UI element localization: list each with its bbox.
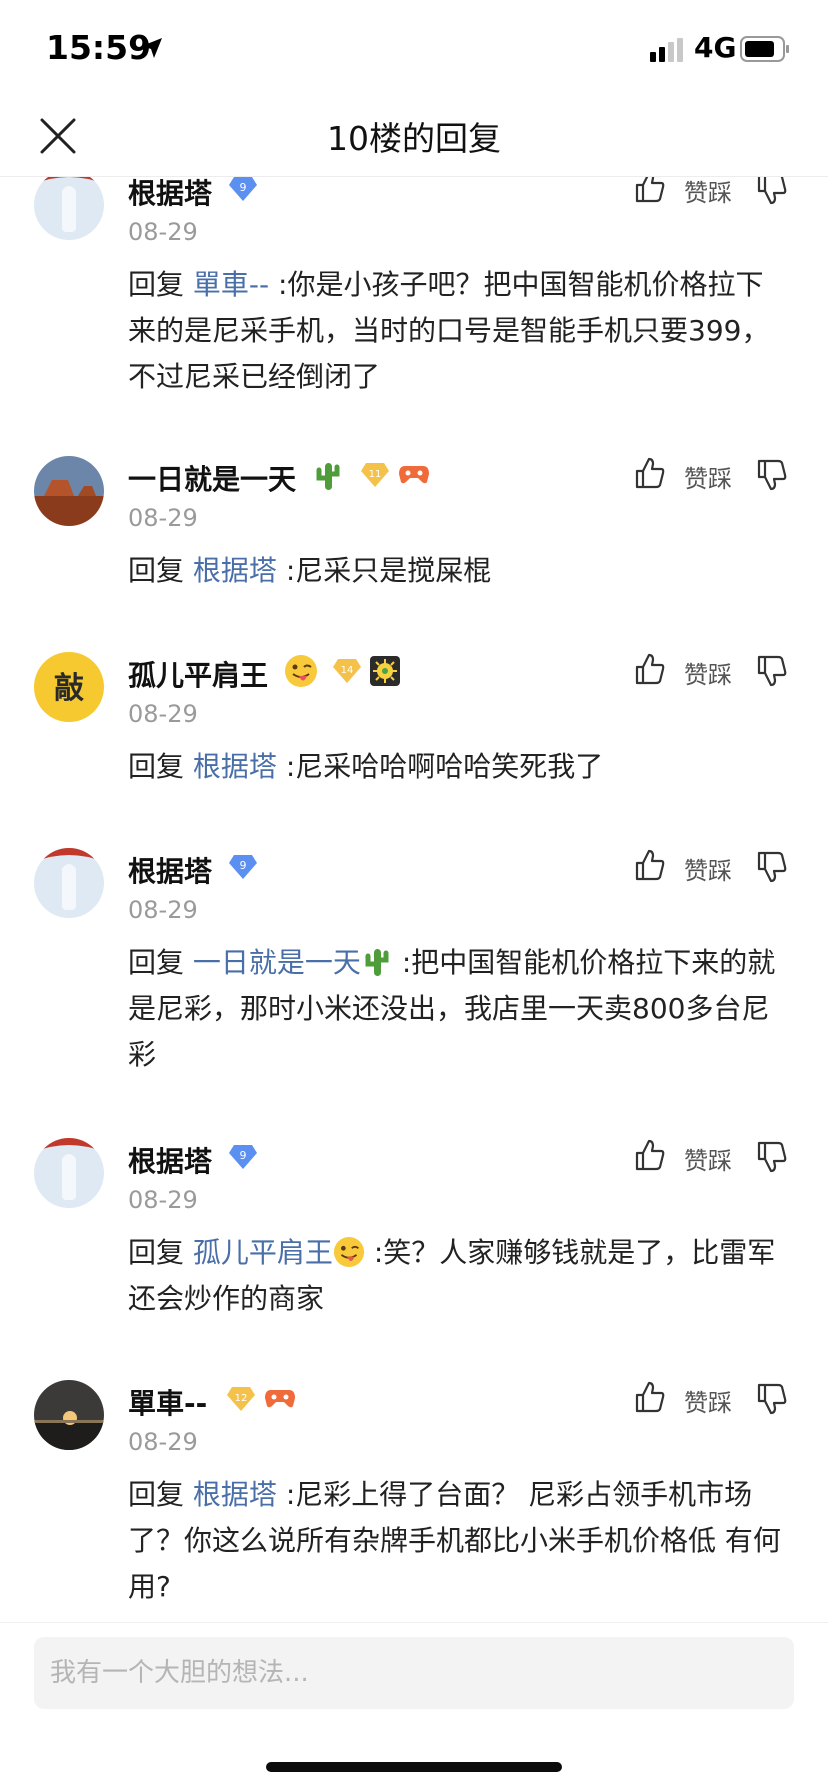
reply-prefix: 回复	[128, 268, 193, 301]
level-number: 12	[235, 1393, 248, 1404]
winking-tongue-face-icon	[333, 1236, 364, 1268]
cellular-signal-icon	[650, 38, 683, 62]
mention-link[interactable]: 根据塔	[193, 554, 277, 587]
thumbs-up-icon[interactable]	[634, 456, 666, 490]
reply-date: 08-29	[128, 1428, 198, 1456]
cactus-icon	[316, 463, 340, 490]
reply-prefix: 回复	[128, 946, 193, 979]
mention-link[interactable]: 一日就是一天	[193, 946, 361, 979]
reply-prefix: 回复	[128, 1478, 193, 1511]
thumbs-down-icon[interactable]	[756, 1382, 788, 1416]
level-number: 9	[240, 859, 247, 872]
vote-label: 赞踩	[684, 179, 732, 207]
avatar[interactable]	[34, 1380, 104, 1450]
gamepad-icon	[399, 466, 429, 484]
reply-list[interactable]: 根据塔 9 08-29 赞踩 回复 單車-- :你是小孩子吧？把中国智能机价格拉…	[0, 176, 828, 1622]
level-badge-icon: 9	[229, 1145, 257, 1169]
comment-input[interactable]	[34, 1637, 794, 1709]
cactus-icon	[365, 949, 389, 976]
gamepad-icon	[265, 1390, 295, 1408]
level-badge-icon: 9	[229, 855, 257, 879]
vote-label: 赞踩	[684, 857, 732, 885]
vote-label: 赞踩	[684, 661, 732, 689]
reply-content: 回复 根据塔 :尼采哈哈啊哈哈笑死我了	[128, 744, 788, 790]
reply-prefix: 回复	[128, 750, 193, 783]
top-navigation-bar: 10楼的回复	[0, 96, 828, 177]
thumbs-down-icon[interactable]	[756, 1140, 788, 1174]
thumbs-down-icon[interactable]	[756, 176, 788, 206]
reply-content: 回复 單車-- :你是小孩子吧？把中国智能机价格拉下来的是尼采手机，当时的口号是…	[128, 262, 788, 400]
username[interactable]: 一日就是一天	[128, 458, 296, 498]
status-time: 15:59	[46, 28, 152, 67]
reply-content: 回复 根据塔 :尼彩上得了台面？ 尼彩占领手机市场了？你这么说所有杂牌手机都比小…	[128, 1472, 788, 1610]
reply-prefix: 回复	[128, 1236, 193, 1269]
mention-link[interactable]: 根据塔	[193, 750, 277, 783]
comment-input-area	[0, 1622, 828, 1709]
level-number: 9	[240, 1149, 247, 1162]
vote-label: 赞踩	[684, 1389, 732, 1417]
reply-content: 回复 根据塔 :尼采只是搅屎棍	[128, 548, 788, 594]
mention-link[interactable]: 根据塔	[193, 1478, 277, 1511]
level-badge-icon: 9	[229, 177, 257, 201]
avatar[interactable]	[34, 1138, 104, 1208]
avatar[interactable]	[34, 848, 104, 918]
thumbs-up-icon[interactable]	[634, 1380, 666, 1414]
page-title: 10楼的回复	[327, 119, 501, 158]
thumbs-down-icon[interactable]	[756, 458, 788, 492]
reply-date: 08-29	[128, 896, 198, 924]
username[interactable]: 孤儿平肩王	[128, 654, 268, 694]
mention-link[interactable]: 孤儿平肩王	[193, 1236, 333, 1269]
reply-text: :尼采哈哈啊哈哈笑死我了	[276, 750, 604, 783]
level-number: 11	[369, 469, 382, 480]
location-arrow-icon	[142, 38, 162, 58]
svg-text:敲: 敲	[54, 671, 84, 706]
battery-icon	[740, 36, 789, 62]
level-badge-icon: 12	[227, 1387, 255, 1411]
avatar[interactable]: 敲	[34, 652, 104, 722]
reply-date: 08-29	[128, 504, 198, 532]
winking-tongue-face-icon	[285, 655, 317, 687]
reply-date: 08-29	[128, 218, 198, 246]
thumbs-down-icon[interactable]	[756, 654, 788, 688]
level-badge-icon: 11	[361, 463, 389, 487]
home-indicator[interactable]	[266, 1762, 562, 1772]
thumbs-up-icon[interactable]	[634, 1138, 666, 1172]
username[interactable]: 根据塔	[128, 1140, 212, 1180]
thumbs-up-icon[interactable]	[634, 652, 666, 686]
username[interactable]: 單車--	[128, 1382, 207, 1422]
reply-text: :尼采只是搅屎棍	[276, 554, 492, 587]
reply-date: 08-29	[128, 1186, 198, 1214]
level-number: 14	[341, 665, 354, 676]
reply-content: 回复 一日就是一天 :把中国智能机价格拉下来的就是尼彩，那时小米还没出，我店里一…	[128, 940, 788, 1078]
username[interactable]: 根据塔	[128, 176, 212, 212]
sun-medal-icon	[370, 656, 400, 686]
vote-label: 赞踩	[684, 1147, 732, 1175]
level-number: 9	[240, 181, 247, 194]
reply-date: 08-29	[128, 700, 198, 728]
reply-prefix: 回复	[128, 554, 193, 587]
network-type: 4G	[694, 31, 737, 64]
username[interactable]: 根据塔	[128, 850, 212, 890]
status-bar: 15:59 4G	[0, 0, 828, 96]
thumbs-up-icon[interactable]	[634, 176, 666, 204]
thumbs-down-icon[interactable]	[756, 850, 788, 884]
level-badge-icon: 14	[333, 659, 361, 683]
vote-label: 赞踩	[684, 465, 732, 493]
reply-content: 回复 孤儿平肩王 :笑？人家赚够钱就是了，比雷军还会炒作的商家	[128, 1230, 788, 1322]
mention-link[interactable]: 單車--	[193, 268, 269, 301]
avatar[interactable]	[34, 456, 104, 526]
avatar[interactable]	[34, 176, 104, 240]
thumbs-up-icon[interactable]	[634, 848, 666, 882]
